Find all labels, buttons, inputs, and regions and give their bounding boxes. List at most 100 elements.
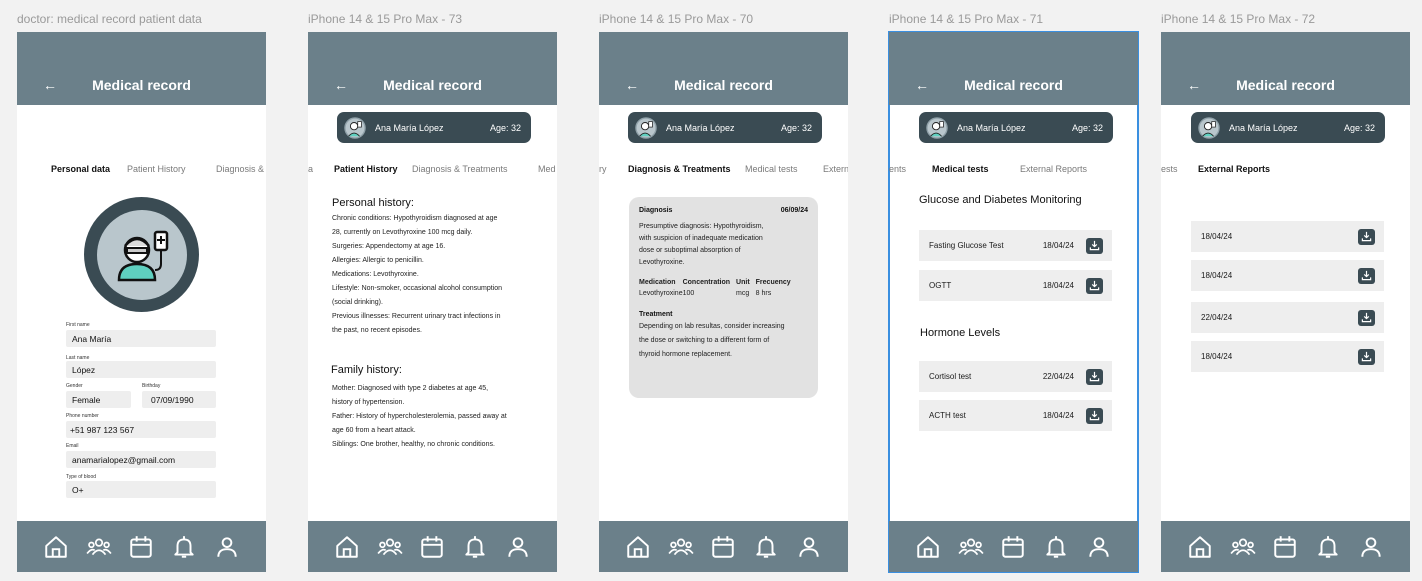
tab-patient-history[interactable]: ry: [599, 164, 607, 174]
app-bar: ← Medical record: [17, 32, 266, 105]
phone-field[interactable]: +51 987 123 567: [66, 421, 216, 438]
test-date: 18/04/24: [1042, 281, 1074, 290]
app-bar: ← Medical record: [599, 32, 848, 105]
calendar-icon[interactable]: [710, 534, 736, 560]
back-arrow-icon[interactable]: ←: [334, 77, 348, 93]
bell-icon[interactable]: [462, 534, 488, 560]
profile-icon[interactable]: [796, 534, 822, 560]
download-icon[interactable]: [1086, 368, 1103, 385]
patients-icon[interactable]: [377, 534, 403, 560]
patient-card[interactable]: Ana María López Age: 32: [1191, 112, 1385, 143]
home-icon[interactable]: [625, 534, 651, 560]
download-icon[interactable]: [1358, 348, 1375, 365]
patient-card[interactable]: Ana María López Age: 32: [919, 112, 1113, 143]
history-line: history of hypertension.: [332, 399, 405, 406]
tab-diagnosis[interactable]: Diagnosis & Treatments: [412, 164, 508, 174]
tab-patient-history[interactable]: Patient History: [127, 164, 186, 174]
patient-card[interactable]: Ana María López Age: 32: [337, 112, 531, 143]
download-icon[interactable]: [1086, 277, 1103, 294]
patients-icon[interactable]: [958, 534, 984, 560]
bottom-nav: [599, 521, 848, 572]
treatment-line: Depending on lab resultas, consider incr…: [639, 323, 785, 330]
tab-diagnosis[interactable]: Diagnosis & Treatments: [628, 164, 731, 174]
email-field[interactable]: anamarialopez@gmail.com: [66, 451, 216, 468]
first-name-field[interactable]: Ana María: [66, 330, 216, 347]
diagnosis-line: Levothyroxine.: [639, 259, 685, 266]
diagnosis-title: Diagnosis: [639, 207, 673, 214]
download-icon[interactable]: [1086, 407, 1103, 424]
bell-icon[interactable]: [171, 534, 197, 560]
med-header: Frecuency: [755, 279, 791, 286]
med-cell: 8 hrs: [755, 290, 772, 297]
history-line: Chronic conditions: Hypothyroidism diagn…: [332, 215, 498, 222]
diagnosis-line: dose or suboptimal absorption of: [639, 247, 741, 254]
test-name: Fasting Glucose Test: [929, 241, 1004, 250]
tab-external-reports[interactable]: External Reports: [1020, 164, 1087, 174]
email-label: Email: [66, 443, 79, 449]
tab-patient-history[interactable]: Patient History: [334, 164, 398, 174]
tab-diagnosis[interactable]: ents: [889, 164, 906, 174]
frame-label: iPhone 14 & 15 Pro Max - 73: [308, 12, 463, 26]
patients-icon[interactable]: [86, 534, 112, 560]
doctor-avatar-icon: [1198, 117, 1220, 139]
home-icon[interactable]: [1187, 534, 1213, 560]
back-arrow-icon[interactable]: ←: [915, 77, 929, 93]
report-date: 18/04/24: [1201, 232, 1233, 241]
tab-external-reports[interactable]: Extern: [823, 164, 848, 174]
patients-icon[interactable]: [668, 534, 694, 560]
home-icon[interactable]: [334, 534, 360, 560]
patient-name: Ana María López: [957, 122, 1026, 133]
history-line: the past, no recent episodes.: [332, 327, 422, 334]
calendar-icon[interactable]: [1272, 534, 1298, 560]
tab-medical-tests[interactable]: Med: [538, 164, 556, 174]
tab-bar: ry Diagnosis & Treatments Medical tests …: [599, 164, 848, 178]
treatment-title: Treatment: [639, 311, 673, 318]
tab-diagnosis[interactable]: Diagnosis & T: [216, 164, 266, 174]
medication-table: Medication Concentration Unit Frecuency …: [639, 279, 791, 297]
test-row: ACTH test 18/04/24: [919, 400, 1112, 431]
back-arrow-icon[interactable]: ←: [625, 77, 639, 93]
birthday-label: Birthday: [142, 383, 161, 389]
calendar-icon[interactable]: [128, 534, 154, 560]
back-arrow-icon[interactable]: ←: [1187, 77, 1201, 93]
history-line: (social drinking).: [332, 299, 383, 306]
tab-medical-tests[interactable]: Medical tests: [745, 164, 798, 174]
tab-medical-tests[interactable]: ests: [1161, 164, 1178, 174]
bell-icon[interactable]: [1043, 534, 1069, 560]
tab-medical-tests[interactable]: Medical tests: [932, 164, 989, 174]
download-icon[interactable]: [1358, 309, 1375, 326]
history-line: Previous illnesses: Recurrent urinary tr…: [332, 313, 501, 320]
bell-icon[interactable]: [1315, 534, 1341, 560]
home-icon[interactable]: [43, 534, 69, 560]
profile-icon[interactable]: [1358, 534, 1384, 560]
test-row: OGTT 18/04/24: [919, 270, 1112, 301]
tab-personal-data[interactable]: Personal data: [51, 164, 110, 174]
test-row: Fasting Glucose Test 18/04/24: [919, 230, 1112, 261]
birthday-field[interactable]: 07/09/1990: [142, 391, 216, 408]
patient-card[interactable]: Ana María López Age: 32: [628, 112, 822, 143]
bell-icon[interactable]: [753, 534, 779, 560]
profile-icon[interactable]: [505, 534, 531, 560]
tab-external-reports[interactable]: External Reports: [1198, 164, 1270, 174]
back-arrow-icon[interactable]: ←: [43, 77, 57, 93]
download-icon[interactable]: [1358, 267, 1375, 284]
last-name-field[interactable]: López: [66, 361, 216, 378]
test-date: 18/04/24: [1042, 411, 1074, 420]
tab-personal-data[interactable]: a: [308, 164, 313, 174]
calendar-icon[interactable]: [419, 534, 445, 560]
profile-icon[interactable]: [214, 534, 240, 560]
screen-medical-tests: ← Medical record Ana María López Age: 32…: [888, 31, 1139, 573]
report-date: 22/04/24: [1201, 313, 1233, 322]
blood-type-field[interactable]: O+: [66, 481, 216, 498]
patient-name: Ana María López: [375, 122, 444, 133]
download-icon[interactable]: [1358, 228, 1375, 245]
patients-icon[interactable]: [1230, 534, 1256, 560]
calendar-icon[interactable]: [1000, 534, 1026, 560]
family-history-text: Mother: Diagnosed with type 2 diabetes a…: [332, 382, 537, 452]
download-icon[interactable]: [1086, 237, 1103, 254]
home-icon[interactable]: [915, 534, 941, 560]
profile-icon[interactable]: [1086, 534, 1112, 560]
gender-field[interactable]: Female: [66, 391, 131, 408]
treatment-line: thyroid hormone replacement.: [639, 351, 732, 358]
app-bar: ← Medical record: [308, 32, 557, 105]
